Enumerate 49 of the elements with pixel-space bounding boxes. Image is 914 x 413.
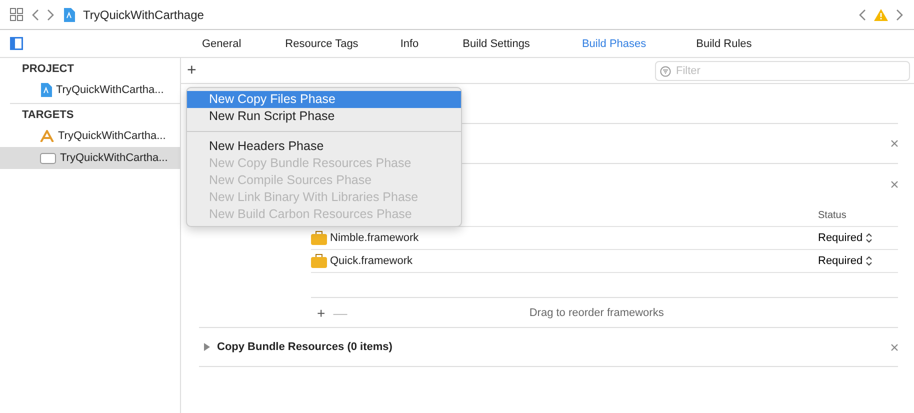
back-icon[interactable] bbox=[31, 8, 39, 20]
sidebar-item[interactable]: TryQuickWithCartha... bbox=[0, 125, 180, 147]
bundle-icon bbox=[40, 152, 56, 164]
sidebar-item-label: TryQuickWithCartha... bbox=[56, 84, 164, 96]
framework-icon bbox=[311, 231, 327, 245]
tab[interactable]: Resource Tags bbox=[285, 38, 358, 50]
project-file-icon bbox=[63, 8, 75, 22]
menu-item[interactable]: New Copy Files Phase bbox=[187, 91, 461, 108]
status-label: Required bbox=[818, 255, 863, 267]
framework-icon bbox=[311, 254, 327, 268]
sidebar-item-label: TryQuickWithCartha... bbox=[58, 130, 166, 142]
sidebar-item[interactable]: TryQuickWithCartha... bbox=[0, 147, 180, 169]
menu-item[interactable]: New Run Script Phase bbox=[187, 108, 461, 125]
section-header: PROJECT bbox=[21, 62, 75, 77]
sidebar-item[interactable]: TryQuickWithCartha... bbox=[0, 79, 180, 101]
disclosure-triangle-icon[interactable] bbox=[203, 343, 211, 351]
close-icon[interactable] bbox=[891, 140, 898, 147]
close-icon[interactable] bbox=[891, 344, 898, 350]
next-issue-icon[interactable] bbox=[896, 8, 904, 20]
tab[interactable]: Info bbox=[400, 38, 419, 50]
forward-icon[interactable] bbox=[47, 8, 55, 20]
tab[interactable]: Build Rules bbox=[696, 38, 752, 50]
updown-chevron-icon bbox=[866, 256, 872, 266]
filter-field[interactable]: Filter bbox=[655, 60, 910, 80]
framework-name: Quick.framework bbox=[330, 255, 414, 267]
column-header: Status bbox=[818, 210, 848, 220]
status-dropdown[interactable]: Required bbox=[818, 232, 898, 244]
previous-issue-icon[interactable] bbox=[858, 8, 866, 20]
status-dropdown[interactable]: Required bbox=[818, 255, 898, 267]
tab[interactable]: Build Settings bbox=[462, 38, 530, 50]
tab[interactable]: Build Phases bbox=[582, 38, 646, 50]
close-icon[interactable] bbox=[891, 180, 898, 188]
grid-icon[interactable] bbox=[10, 8, 23, 21]
phase-title: Copy Bundle Resources (0 items) bbox=[217, 341, 394, 353]
warning-icon[interactable] bbox=[874, 8, 888, 20]
project-file-icon bbox=[40, 83, 52, 97]
app-target-icon bbox=[40, 130, 54, 142]
section-header: TARGETS bbox=[21, 108, 75, 123]
drag-hint: Drag to reorder frameworks bbox=[528, 306, 665, 318]
tab[interactable]: General bbox=[202, 38, 242, 50]
sidebar-item-label: TryQuickWithCartha... bbox=[60, 152, 168, 164]
add-button[interactable]: + bbox=[317, 304, 326, 320]
add-phase-button[interactable]: + bbox=[185, 62, 198, 80]
status-label: Required bbox=[818, 232, 863, 244]
updown-chevron-icon bbox=[866, 233, 872, 243]
framework-name: Nimble.framework bbox=[330, 232, 420, 244]
project-title: TryQuickWithCarthage bbox=[83, 8, 204, 22]
menu-item[interactable]: New Headers Phase bbox=[187, 138, 461, 155]
sidebar-toggle-icon[interactable] bbox=[10, 37, 23, 50]
